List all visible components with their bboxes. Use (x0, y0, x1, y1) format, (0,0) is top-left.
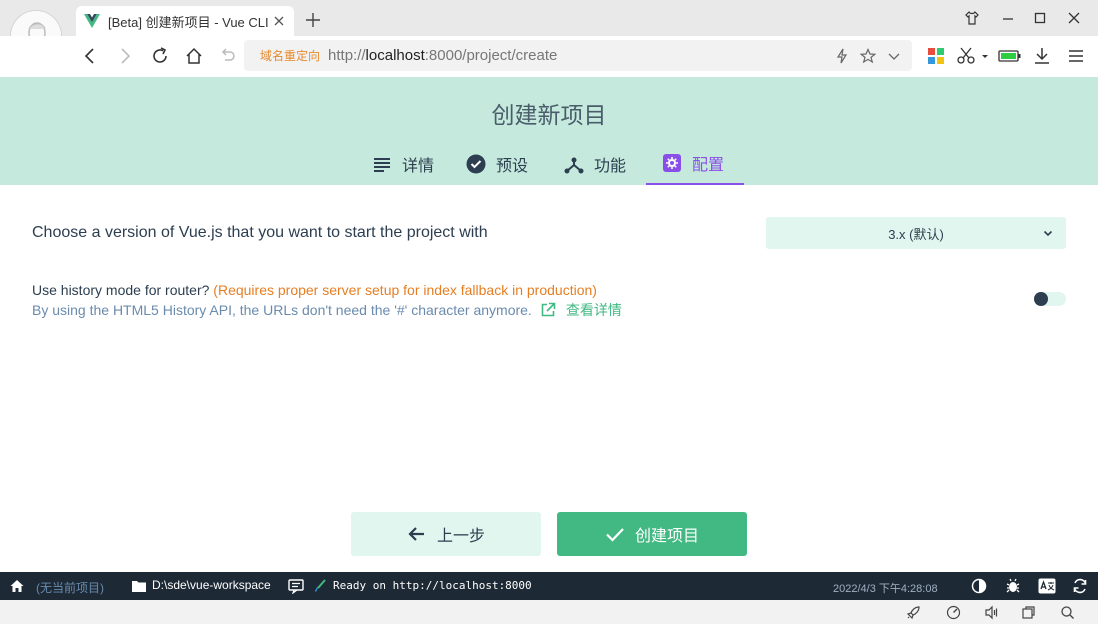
cli-status-bar: (无当前项目) D:\sde\vue-workspace Ready on ht… (0, 572, 1098, 600)
window-restore-icon[interactable] (1021, 605, 1036, 620)
more-info-link[interactable]: 查看详情 (540, 300, 622, 320)
log-timestamp: 2022/4/3 下午4:28:08 (833, 583, 938, 595)
arrow-left-icon (408, 527, 424, 541)
toggle-knob (1034, 292, 1048, 306)
history-mode-label: Use history mode for router? (Requires p… (32, 282, 597, 298)
bug-report-icon[interactable] (1005, 578, 1021, 594)
back-icon[interactable] (80, 46, 100, 66)
tab-title: [Beta] 创建新项目 - Vue CLI (108, 14, 269, 30)
current-project-label[interactable]: (无当前项目) (36, 579, 104, 596)
last-log-message: Ready on http://localhost:8000 (333, 579, 532, 592)
browser-tab[interactable]: [Beta] 创建新项目 - Vue CLI (76, 6, 294, 36)
search-icon[interactable] (1060, 605, 1075, 620)
download-icon[interactable] (1032, 46, 1052, 66)
address-bar[interactable]: 域名重定向 http://localhost:8000/project/crea… (244, 40, 912, 71)
external-link-icon (541, 302, 556, 317)
vue-version-label: Choose a version of Vue.js that you want… (32, 224, 488, 241)
apps-grid-icon[interactable] (926, 46, 946, 66)
folder-icon (132, 581, 146, 592)
shirt-skin-icon[interactable] (964, 10, 980, 26)
translate-icon[interactable] (1038, 578, 1056, 594)
star-bookmark-icon[interactable] (860, 47, 876, 64)
dark-mode-icon[interactable] (971, 578, 987, 594)
vue-version-selected: 3.x (默认) (888, 226, 944, 242)
check-icon (606, 528, 624, 542)
tab-configuration[interactable]: 配置 (646, 143, 744, 185)
brush-icon (315, 579, 326, 592)
scissors-icon[interactable] (956, 46, 976, 66)
reload-icon[interactable] (150, 46, 170, 66)
history-mode-toggle[interactable] (1034, 292, 1066, 306)
window-close-icon[interactable] (1066, 10, 1082, 26)
step-tabs: 详情 预设 功能 配置 (356, 143, 744, 185)
page-header: 创建新项目 详情 预设 功能 配置 (0, 77, 1098, 185)
history-mode-description: By using the HTML5 History API, the URLs… (32, 300, 622, 320)
create-project-button[interactable]: 创建项目 (557, 512, 747, 556)
vue-logo-icon (84, 14, 100, 28)
browser-bottom-bar (0, 600, 1098, 624)
battery-icon[interactable] (998, 46, 1022, 66)
console-log-icon[interactable] (288, 578, 304, 594)
check-circle-icon (466, 154, 486, 174)
close-tab-icon[interactable] (272, 14, 286, 28)
forward-icon[interactable] (115, 46, 135, 66)
chevron-down-icon (1043, 230, 1053, 237)
settings-icon (663, 154, 681, 172)
branch-icon (564, 157, 584, 174)
browser-toolbar: 域名重定向 http://localhost:8000/project/crea… (0, 36, 1098, 77)
caret-down-icon[interactable] (980, 46, 990, 66)
tab-features[interactable]: 功能 (548, 143, 646, 185)
rocket-icon[interactable] (906, 605, 921, 620)
workspace-path[interactable]: D:\sde\vue-workspace (152, 578, 271, 592)
tab-features-label: 功能 (594, 158, 627, 175)
maximize-icon[interactable] (1032, 10, 1048, 26)
url-text[interactable]: http://localhost:8000/project/create (328, 47, 834, 64)
previous-step-label: 上一步 (436, 528, 485, 545)
tab-presets[interactable]: 预设 (450, 143, 548, 185)
redirect-label: 域名重定向 (260, 49, 321, 63)
history-mode-warning: (Requires proper server setup for index … (213, 282, 597, 298)
chevron-down-icon[interactable] (886, 48, 902, 64)
minimize-icon[interactable] (1000, 10, 1016, 26)
previous-step-button[interactable]: 上一步 (351, 512, 541, 556)
tab-details-label: 详情 (402, 158, 435, 175)
new-tab-icon[interactable] (304, 11, 322, 29)
refresh-icon[interactable] (1072, 578, 1088, 594)
speed-dial-icon[interactable] (946, 605, 961, 620)
page-title: 创建新项目 (491, 102, 607, 128)
url-host: localhost (365, 47, 425, 64)
home-icon[interactable] (9, 578, 25, 594)
undo-close-tab-icon[interactable] (218, 46, 238, 66)
vue-version-select[interactable]: 3.x (默认) (766, 217, 1066, 249)
menu-icon[interactable] (1066, 46, 1086, 66)
more-info-label: 查看详情 (565, 302, 622, 318)
speaker-icon[interactable] (984, 605, 999, 620)
tab-details[interactable]: 详情 (356, 143, 450, 185)
browser-chrome: [Beta] 创建新项目 - Vue CLI 域名重定向 http://loca… (0, 0, 1098, 77)
vue-version-row: Choose a version of Vue.js that you want… (32, 217, 1066, 249)
lightning-icon[interactable] (834, 48, 850, 64)
home-icon[interactable] (184, 46, 204, 66)
history-mode-row: Use history mode for router? (Requires p… (32, 280, 1066, 320)
tab-presets-label: 预设 (496, 158, 529, 175)
list-icon (374, 158, 390, 172)
create-project-label: 创建项目 (634, 528, 699, 545)
tab-configuration-label: 配置 (692, 157, 725, 174)
